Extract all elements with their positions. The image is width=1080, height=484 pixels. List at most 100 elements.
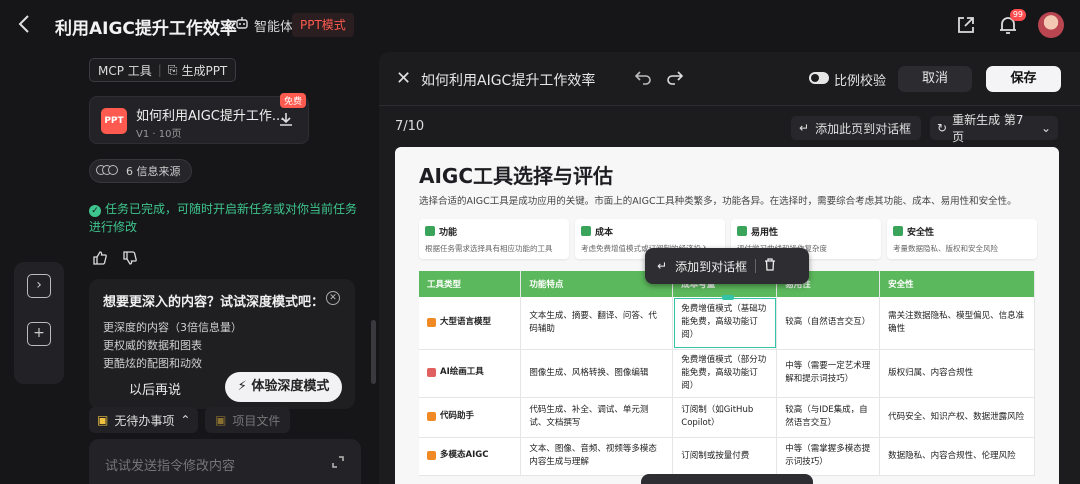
selected-table-cell[interactable]: 免费增值模式（基础功能免费，高级功能订阅） xyxy=(672,297,778,350)
tool-type: AI绘画工具 xyxy=(440,367,484,377)
enter-icon: ↵ xyxy=(799,121,810,135)
tool-type: 代码助手 xyxy=(440,411,475,421)
chip-label: 生成PPT xyxy=(181,63,228,78)
table-cell[interactable]: 数据隐私、内容合规性、伦理风险 xyxy=(879,437,1035,476)
later-button[interactable]: 以后再说 xyxy=(129,379,181,398)
table-cell[interactable]: 较高（自然语言交互） xyxy=(776,297,881,350)
chat-input[interactable]: 试试发送指令修改内容 xyxy=(89,439,361,484)
table-cell[interactable]: 大型语言模型 xyxy=(419,297,522,350)
table-cell[interactable]: 文本生成、摘要、翻译、问答、代码辅助 xyxy=(520,297,674,350)
undo-icon[interactable] xyxy=(634,68,652,90)
sources-chip[interactable]: 6 信息来源 xyxy=(89,159,192,183)
add-to-chat-button[interactable]: 添加到对话框 xyxy=(675,258,747,275)
table-cell[interactable]: 多模态AIGC xyxy=(419,437,522,476)
ppt-editor-panel: ✕ 如何利用AIGC提升工作效率 比例校验 取消 保存 7/10 ↵ 添加此页到… xyxy=(379,52,1080,484)
table-cell[interactable]: 文本、图像、音频、视频等多模态内容生成与理解 xyxy=(520,437,674,476)
table-cell[interactable]: 订阅制或按量付费 xyxy=(672,437,778,476)
criteria-card[interactable]: 安全性 考量数据隐私、版权和安全风险 xyxy=(887,219,1037,259)
agent-label: 智能体 xyxy=(254,19,294,35)
deep-mode-line: 更权威的数据和图表 xyxy=(103,339,202,352)
criteria-card[interactable]: 功能 根据任务需求选择具有相应功能的工具 xyxy=(419,219,569,259)
table-cell[interactable]: 代码生成、补全、调试、单元测试、文档撰写 xyxy=(520,397,674,438)
slide-canvas[interactable]: AIGC工具选择与评估 选择合适的AIGC工具是成功应用的关键。市面上的AIGC… xyxy=(395,147,1059,484)
enter-icon: ↵ xyxy=(657,259,668,273)
free-tag: 免费 xyxy=(280,93,307,108)
project-file-button[interactable]: ▣ 项目文件 xyxy=(205,407,291,433)
slide-title[interactable]: AIGC工具选择与评估 xyxy=(419,160,613,189)
table-cell[interactable]: 代码助手 xyxy=(419,397,522,438)
todo-icon: ▣ xyxy=(97,413,109,427)
card-title: 功能 xyxy=(439,228,458,238)
page-indicator: 7/10 xyxy=(395,119,425,134)
editor-header: ✕ 如何利用AIGC提升工作效率 比例校验 取消 保存 xyxy=(379,52,1080,106)
card-title: 安全性 xyxy=(907,228,935,238)
bottom-toolbar-edge xyxy=(641,474,813,484)
person-icon xyxy=(737,226,747,236)
try-deep-mode-label: 体验深度模式 xyxy=(251,379,330,394)
table-row: AI绘画工具 图像生成、风格转换、图像编辑 免费增值模式（部分功能免费，高级功能… xyxy=(419,349,1035,398)
feedback-actions xyxy=(92,250,138,270)
trash-icon[interactable] xyxy=(764,258,776,274)
close-icon[interactable]: ✕ xyxy=(326,291,340,305)
table-cell[interactable]: 订阅制（如GitHub Copilot） xyxy=(672,397,778,438)
bell-icon[interactable]: 99 xyxy=(996,9,1026,37)
task-done-text: 任务已完成，可随时开启新任务或对你当前任务进行修改 xyxy=(89,202,358,234)
slide-description[interactable]: 选择合适的AIGC工具是成功应用的关键。市面上的AIGC工具种类繁多，功能各异。… xyxy=(419,193,1017,207)
new-chat-icon[interactable]: + xyxy=(27,322,51,346)
ratio-check-toggle[interactable] xyxy=(809,72,829,84)
table-cell[interactable]: 版权归属、内容合规性 xyxy=(879,349,1035,398)
redo-icon[interactable] xyxy=(666,68,684,90)
deep-mode-line: 更深度的内容（3倍信息量） xyxy=(103,321,242,334)
table-cell[interactable]: 免费增值模式（部分功能免费，高级功能订阅） xyxy=(672,349,778,398)
chevron-down-icon: ⌄ xyxy=(1040,121,1051,135)
share-icon[interactable] xyxy=(954,13,978,37)
close-icon[interactable]: ✕ xyxy=(396,68,411,89)
add-page-to-chat-button[interactable]: ↵ 添加此页到对话框 xyxy=(791,116,921,140)
avatar[interactable] xyxy=(1038,12,1064,38)
chat-input-placeholder: 试试发送指令修改内容 xyxy=(105,459,236,474)
agent-badge: 智能体 xyxy=(235,14,293,36)
table-cell[interactable]: 代码安全、知识产权、数据泄露风险 xyxy=(879,397,1035,438)
ratio-check-label: 比例校验 xyxy=(834,74,887,89)
save-button[interactable]: 保存 xyxy=(986,66,1061,92)
expand-icon[interactable] xyxy=(331,455,345,472)
chat-scrollbar[interactable] xyxy=(371,320,376,384)
table-cell[interactable]: 中等（需掌握多模态提示词技巧） xyxy=(776,437,881,476)
paint-icon xyxy=(427,368,436,377)
comparison-table[interactable]: 工具类型 功能特点 成本考量 易用性 安全性 大型语言模型 文本生成、摘要、翻译… xyxy=(419,271,1035,476)
table-cell[interactable]: 较高（与IDE集成，自然语言交互） xyxy=(776,397,881,438)
project-file-label: 项目文件 xyxy=(232,413,281,428)
ppt-file-name: 如何利用AIGC提升工作... xyxy=(136,109,285,124)
feature-icon xyxy=(425,226,435,236)
table-cell[interactable]: AI绘画工具 xyxy=(419,349,522,398)
chip-label: MCP 工具 xyxy=(98,63,152,78)
table-cell[interactable]: 中等（需要一定艺术理解和提示词技巧） xyxy=(776,349,881,398)
table-header-cell[interactable]: 工具类型 xyxy=(419,271,522,297)
regenerate-page-button[interactable]: ↻ 重新生成 第7页 ⌄ xyxy=(930,113,1058,144)
download-icon[interactable] xyxy=(277,111,295,129)
table-row: 多模态AIGC 文本、图像、音频、视频等多模态内容生成与理解 订阅制或按量付费 … xyxy=(419,437,1035,476)
top-actions: 99 xyxy=(954,9,1064,38)
card-title: 易用性 xyxy=(751,228,779,238)
table-cell[interactable]: 需关注数据隐私、模型偏见、信息准确性 xyxy=(879,297,1035,350)
table-header-cell[interactable]: 安全性 xyxy=(879,271,1035,297)
thumbs-down-icon[interactable] xyxy=(122,250,138,270)
layers-icon xyxy=(427,451,436,460)
back-arrow-icon[interactable] xyxy=(14,12,36,36)
cost-icon xyxy=(581,226,591,236)
sidebar-toggle-icon[interactable]: › xyxy=(27,274,51,298)
cancel-button[interactable]: 取消 xyxy=(898,66,972,92)
thumbs-up-icon[interactable] xyxy=(92,250,108,270)
selection-handle[interactable] xyxy=(722,295,734,300)
try-deep-mode-button[interactable]: ⚡ 体验深度模式 xyxy=(225,372,342,402)
tool-chip-mcp[interactable]: MCP 工具 | ⎘ 生成PPT xyxy=(89,58,237,82)
ppt-file-card[interactable]: PPT 如何利用AIGC提升工作... V1 · 10页 免费 xyxy=(89,93,309,144)
check-circle-icon: ✓ xyxy=(89,205,101,217)
shield-icon xyxy=(893,226,903,236)
ppt-file-icon: PPT xyxy=(101,108,127,134)
deep-mode-line: 更酷炫的配图和动效 xyxy=(103,357,202,370)
spark-icon: ⚡ xyxy=(237,379,247,394)
todo-dropdown[interactable]: ▣ 无待办事项 ⌃ xyxy=(89,407,199,433)
table-cell[interactable]: 图像生成、风格转换、图像编辑 xyxy=(520,349,674,398)
source-dots-icon xyxy=(96,164,118,178)
